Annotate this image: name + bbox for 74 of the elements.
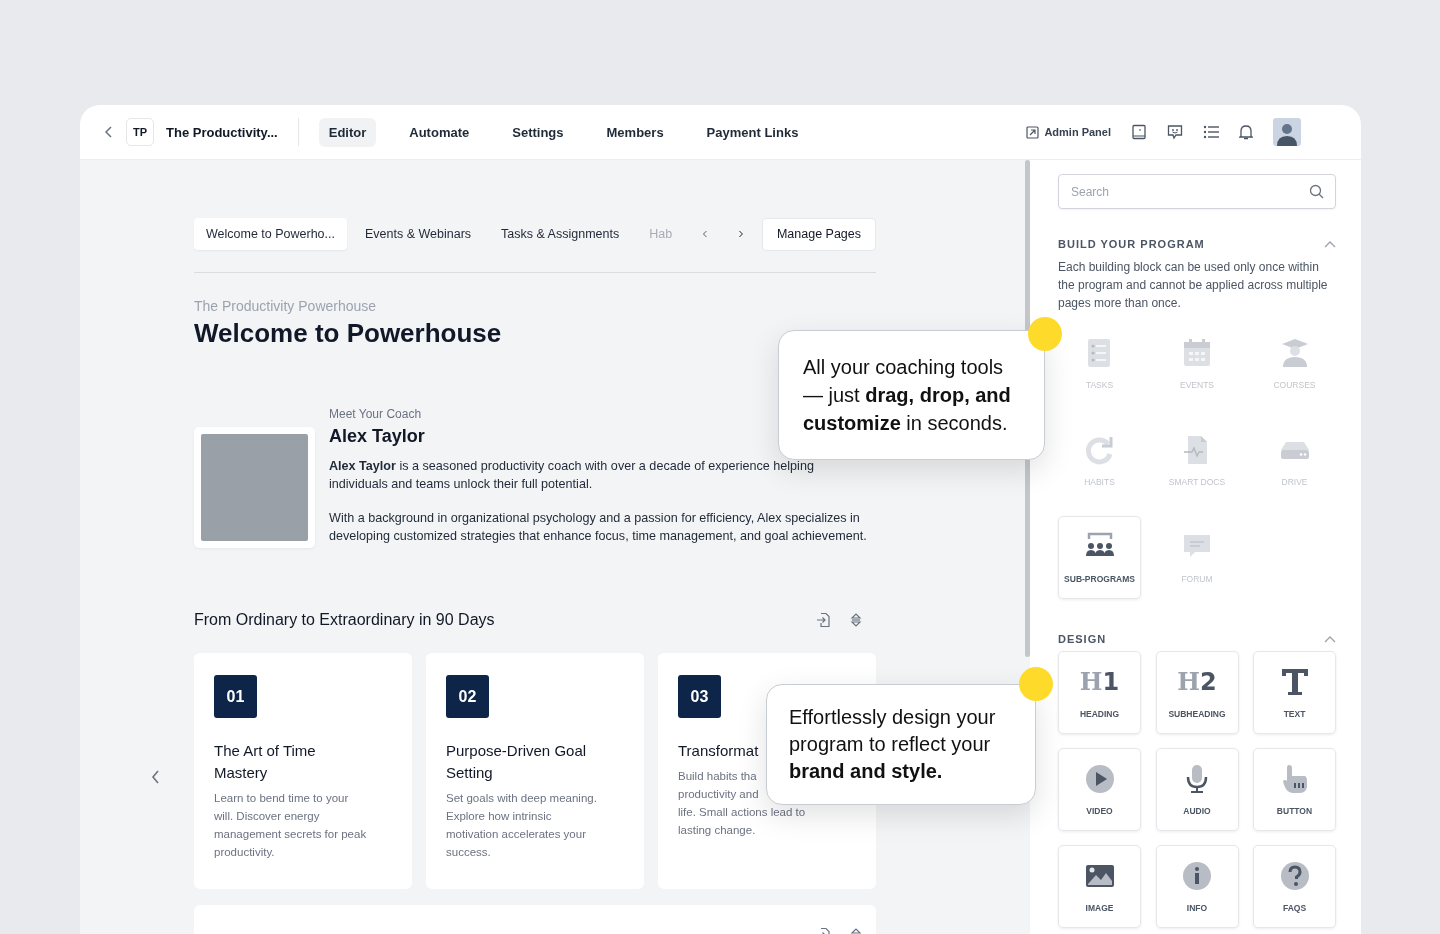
design-block[interactable]: BUTTON: [1253, 748, 1336, 831]
section-note: Each building block can be used only once within the program and cannot be applied across multiple pages more than once.: [1058, 259, 1329, 312]
collapse-chevron-icon[interactable]: [1324, 635, 1336, 643]
design-block[interactable]: INFO: [1155, 845, 1239, 928]
coach-bio: With a background in organizational psychology and a passion for efficiency, Alex specializes in developing customized strategies that enhance focus, time management, and goal achievement.: [329, 510, 868, 545]
page-tab[interactable]: Welcome to Powerho...: [194, 218, 347, 250]
heading-glyph: H1: [1079, 666, 1120, 698]
question-icon: [1278, 860, 1311, 892]
building-block[interactable]: SUB-PROGRAMS: [1058, 516, 1141, 599]
book-icon[interactable]: [1131, 124, 1147, 140]
coach-name: Alex Taylor: [329, 426, 426, 447]
nav-tab[interactable]: Automate: [399, 117, 480, 147]
design-block[interactable]: IMAGE: [1058, 845, 1141, 928]
calendar-icon: [1181, 337, 1213, 369]
redo-icon: [1083, 434, 1116, 466]
step-description: Build habits tha: [678, 769, 757, 784]
collapse-chevron-icon[interactable]: [1324, 240, 1336, 248]
design-block[interactable]: AUDIO: [1155, 748, 1239, 831]
design-block[interactable]: H1 HEADING: [1058, 651, 1141, 734]
step-description: will. Discover energy: [214, 809, 320, 824]
coach-bio: Alex Taylor is a seasoned productivity coach with over a decade of experience helping individuals and teams unlock their full potential.: [329, 458, 815, 493]
design-block[interactable]: VIDEO: [1058, 748, 1141, 831]
step-number: 03: [678, 675, 721, 718]
external-link-icon: [1026, 125, 1040, 139]
page-tab[interactable]: Events & Webinars: [353, 218, 484, 250]
step-description: motivation accelerates your: [446, 827, 586, 842]
section-title: From Ordinary to Extraordinary in 90 Days: [194, 611, 495, 629]
bell-icon[interactable]: [1239, 124, 1253, 140]
tooltip-callout: All your coaching tools — just drag, drop, and customize in seconds.: [778, 330, 1045, 460]
section-heading: BUILD YOUR PROGRAM: [1058, 238, 1205, 250]
design-block[interactable]: TEXT: [1253, 651, 1336, 734]
step-description: lasting change.: [678, 823, 756, 838]
step-description: productivity and: [678, 787, 759, 802]
step-description: life. Small actions lead to: [678, 805, 806, 820]
nav-tab[interactable]: Editor: [318, 117, 377, 147]
page-title: Welcome to Powerhouse: [194, 318, 503, 349]
tooltip-callout: Effortlessly design your program to reflect your brand and style.: [766, 684, 1036, 805]
back-chevron-icon[interactable]: [104, 126, 114, 138]
heading-glyph: H2: [1177, 666, 1217, 698]
avatar-icon[interactable]: [1273, 118, 1301, 146]
carousel-left-icon[interactable]: [151, 770, 160, 784]
page-subtitle: The Productivity Powerhouse: [194, 298, 378, 314]
page-tab[interactable]: Tasks & Assignments: [489, 218, 632, 250]
design-block[interactable]: H2 SUBHEADING: [1155, 651, 1239, 734]
search-icon: [1309, 184, 1324, 199]
search-field[interactable]: Search: [1058, 174, 1336, 209]
step-title: Transformat: [678, 741, 759, 761]
admin-panel-link[interactable]: Admin Panel: [1026, 125, 1111, 139]
nav-tab[interactable]: Settings: [502, 117, 574, 147]
section-heading: DESIGN: [1058, 633, 1107, 645]
program-name[interactable]: The Productivity...: [166, 124, 278, 140]
step-description: productivity.: [214, 845, 275, 860]
list-icon[interactable]: [1203, 125, 1219, 139]
info-icon: [1181, 860, 1213, 892]
step-number: 01: [214, 675, 257, 718]
step-title: Purpose-Driven Goal Setting: [446, 741, 588, 783]
nav-tab[interactable]: Payment Links: [696, 117, 809, 147]
step-description: Learn to bend time to your: [214, 791, 349, 806]
play-icon: [1083, 763, 1116, 795]
step-description: Explore how intrinsic: [446, 809, 552, 824]
coach-eyebrow: Meet Your Coach: [329, 407, 423, 421]
step-description: management secrets for peak: [214, 827, 367, 842]
step-description: success.: [446, 845, 491, 860]
chevron-right-icon[interactable]: [738, 229, 744, 239]
step-number: 02: [446, 675, 489, 718]
reorder-icon[interactable]: [850, 612, 862, 628]
program-badge: TP: [126, 118, 154, 146]
feedback-icon[interactable]: [1167, 124, 1183, 140]
page-export-icon[interactable]: [816, 612, 832, 628]
design-block[interactable]: FAQS: [1253, 845, 1336, 928]
manage-pages-button[interactable]: Manage Pages: [761, 217, 876, 251]
step-description: Set goals with deep meaning.: [446, 791, 597, 806]
step-title: The Art of Time Mastery: [214, 741, 317, 783]
nav-tab[interactable]: Members: [596, 117, 674, 147]
